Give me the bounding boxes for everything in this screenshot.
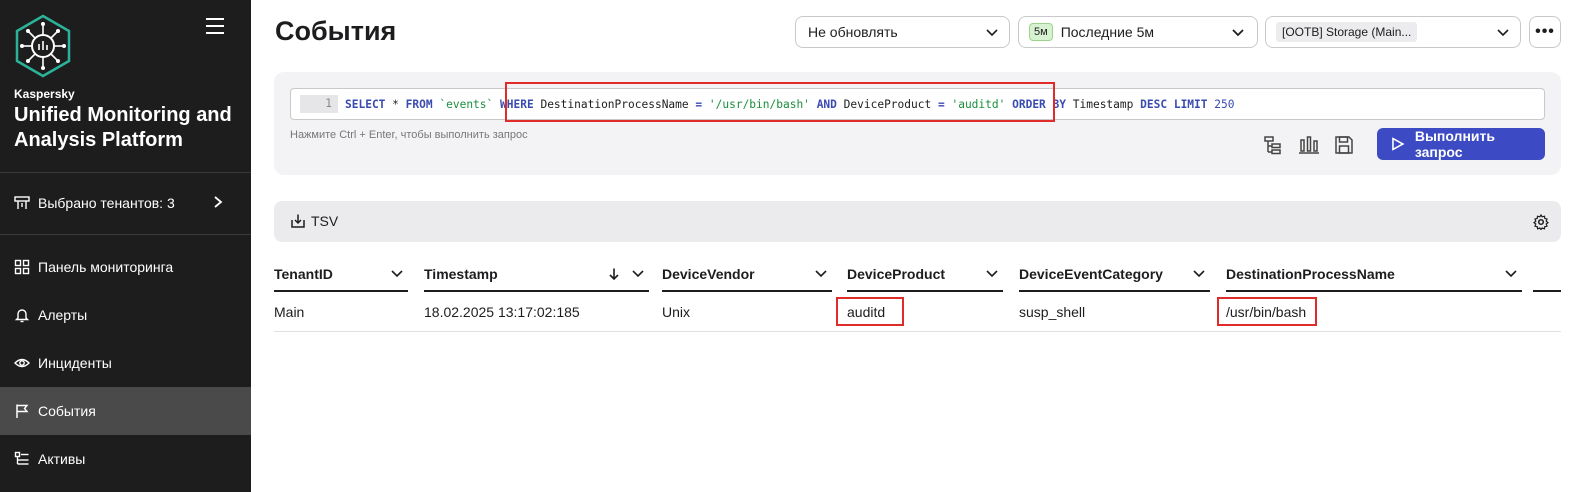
highlight-frame bbox=[836, 297, 904, 326]
sidebar-divider bbox=[0, 172, 251, 173]
period-badge: 5м bbox=[1029, 23, 1053, 41]
ellipsis-icon: ••• bbox=[1535, 23, 1555, 40]
page-title: События bbox=[275, 16, 397, 46]
refresh-select-value: Не обновлять bbox=[808, 24, 898, 40]
chevron-down-icon[interactable] bbox=[1504, 267, 1518, 281]
chevron-down-icon bbox=[1232, 29, 1244, 37]
sidebar-item-label: Алерты bbox=[38, 307, 88, 323]
play-icon bbox=[1392, 137, 1405, 151]
sidebar-divider bbox=[0, 234, 251, 235]
flag-icon bbox=[16, 404, 29, 418]
storage-select[interactable]: [OOTB] Storage (Main... bbox=[1265, 16, 1521, 48]
tenants-icon bbox=[14, 196, 30, 209]
refresh-select[interactable]: Не обновлять bbox=[795, 16, 1010, 48]
brand-vendor: Kaspersky bbox=[14, 87, 75, 101]
column-header-deviceproduct[interactable]: DeviceProduct bbox=[847, 258, 1003, 292]
sort-desc-arrow-icon[interactable] bbox=[607, 267, 621, 281]
tenant-selector-label: Выбрано тенантов: 3 bbox=[38, 195, 175, 211]
chevron-right-icon bbox=[214, 196, 223, 208]
query-hint: Нажмите Ctrl + Enter, чтобы выполнить за… bbox=[290, 129, 528, 141]
highlight-frame bbox=[505, 82, 1055, 122]
cell-tenantid: Main bbox=[274, 304, 305, 320]
chevron-down-icon[interactable] bbox=[814, 267, 828, 281]
table-row-divider bbox=[274, 331, 1561, 332]
highlight-frame bbox=[1217, 297, 1317, 326]
storage-select-value: [OOTB] Storage (Main... bbox=[1276, 22, 1418, 42]
hamburger-menu-icon[interactable] bbox=[206, 18, 230, 38]
query-token: Timestamp bbox=[1072, 97, 1134, 111]
tree-structure-icon[interactable] bbox=[1262, 134, 1284, 156]
chevron-down-icon[interactable] bbox=[1192, 267, 1206, 281]
export-tsv-button[interactable]: TSV bbox=[290, 213, 338, 229]
sidebar-item-label: Панель мониторинга bbox=[38, 259, 174, 275]
sidebar-item-events[interactable]: События bbox=[0, 387, 251, 435]
eye-icon bbox=[14, 358, 30, 368]
query-panel: 1 SELECT * FROM `events` WHERE Destinati… bbox=[274, 72, 1561, 175]
column-header-devicevendor[interactable]: DeviceVendor bbox=[662, 258, 832, 292]
period-select[interactable]: 5м Последние 5м bbox=[1018, 16, 1258, 48]
tenant-selector[interactable]: Выбрано тенантов: 3 bbox=[0, 182, 251, 224]
save-icon[interactable] bbox=[1333, 134, 1355, 156]
sidebar-item-dashboard[interactable]: Панель мониторинга bbox=[0, 243, 251, 291]
period-select-value: Последние 5м bbox=[1060, 24, 1154, 40]
cell-deviceeventcategory: susp_shell bbox=[1019, 304, 1086, 320]
run-query-label: Выполнить запрос bbox=[1414, 128, 1495, 160]
results-toolbar: TSV bbox=[274, 201, 1561, 242]
column-header-timestamp[interactable]: Timestamp bbox=[424, 258, 649, 292]
query-token: `events` bbox=[439, 97, 494, 111]
chevron-down-icon[interactable] bbox=[390, 267, 404, 281]
sidebar-item-alerts[interactable]: Алерты bbox=[0, 291, 251, 339]
column-header-label: DestinationProcessName bbox=[1226, 266, 1395, 282]
chevron-down-icon[interactable] bbox=[631, 267, 645, 281]
more-options-button[interactable]: ••• bbox=[1529, 16, 1561, 48]
kuma-logo-icon bbox=[15, 14, 71, 78]
cell-timestamp: 18.02.2025 13:17:02:185 bbox=[424, 304, 580, 320]
sidebar-item-incidents[interactable]: Инциденты bbox=[0, 339, 251, 387]
main-content: События Не обновлять 5м Последние 5м [OO… bbox=[251, 0, 1571, 492]
query-token: LIMIT bbox=[1173, 97, 1208, 111]
run-query-button[interactable]: Выполнить запрос bbox=[1377, 128, 1545, 160]
gear-icon[interactable] bbox=[1533, 214, 1549, 230]
column-header-label: DeviceEventCategory bbox=[1019, 266, 1163, 282]
line-number: 1 bbox=[300, 95, 338, 113]
column-header-label: DeviceVendor bbox=[662, 266, 755, 282]
column-header-destinationprocessname[interactable]: DestinationProcessName bbox=[1226, 258, 1522, 292]
assets-icon bbox=[14, 451, 29, 465]
sidebar-item-label: События bbox=[38, 403, 96, 419]
column-header-label: TenantID bbox=[274, 266, 333, 282]
column-header-deviceeventcategory[interactable]: DeviceEventCategory bbox=[1019, 258, 1210, 292]
dashboard-icon bbox=[14, 259, 30, 275]
query-token: 250 bbox=[1214, 97, 1235, 111]
sidebar-item-assets[interactable]: Активы bbox=[0, 435, 251, 483]
sidebar-item-label: Активы bbox=[38, 451, 86, 467]
chevron-down-icon bbox=[1497, 29, 1509, 37]
query-token: * bbox=[392, 97, 399, 111]
cell-devicevendor: Unix bbox=[662, 304, 691, 320]
bar-chart-icon[interactable] bbox=[1298, 134, 1320, 156]
column-header-label: Timestamp bbox=[424, 266, 498, 282]
chevron-down-icon[interactable] bbox=[985, 267, 999, 281]
chevron-down-icon bbox=[986, 29, 998, 37]
query-token: DESC bbox=[1140, 97, 1168, 111]
sidebar: Kaspersky Unified Monitoring and Analysi… bbox=[0, 0, 251, 492]
download-icon bbox=[291, 214, 305, 228]
column-header-label: DeviceProduct bbox=[847, 266, 946, 282]
query-token: SELECT bbox=[345, 97, 386, 111]
export-tsv-label: TSV bbox=[311, 213, 339, 229]
bell-icon bbox=[14, 309, 30, 323]
column-header-tenantid[interactable]: TenantID bbox=[274, 258, 408, 292]
sidebar-item-label: Инциденты bbox=[38, 355, 112, 371]
column-header-extra bbox=[1533, 258, 1561, 292]
query-token: FROM bbox=[405, 97, 433, 111]
product-name: Unified Monitoring and Analysis Platform bbox=[14, 104, 232, 151]
